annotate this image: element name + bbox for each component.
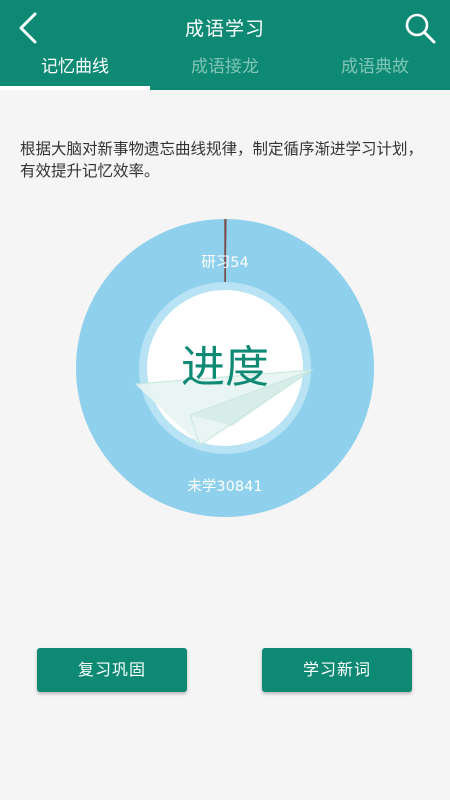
progress-chart: 进度 研习54 未学30841 — [75, 219, 374, 517]
tab-bar: 记忆曲线 成语接龙 成语典故 — [0, 50, 450, 90]
tab-idiom-chain[interactable]: 成语接龙 — [150, 50, 300, 90]
tab-memory-curve[interactable]: 记忆曲线 — [0, 50, 150, 90]
progress-center-label: 进度 — [181, 342, 269, 393]
page-title: 成语学习 — [184, 18, 265, 40]
learn-new-words-button[interactable]: 学习新词 — [262, 648, 412, 692]
learned-count-label: 研习54 — [201, 255, 248, 271]
search-icon — [405, 13, 436, 44]
search-button[interactable] — [400, 8, 440, 48]
review-button[interactable]: 复习巩固 — [37, 648, 187, 692]
tab-idiom-stories[interactable]: 成语典故 — [300, 50, 450, 90]
unlearned-count-label: 未学30841 — [187, 478, 262, 495]
app-bar: 成语学习 记忆曲线 成语接龙 成语典故 — [0, 0, 450, 90]
description-text: 根据大脑对新事物遗忘曲线规律，制定循序渐进学习计划，有效提升记忆效率。 — [20, 140, 424, 180]
